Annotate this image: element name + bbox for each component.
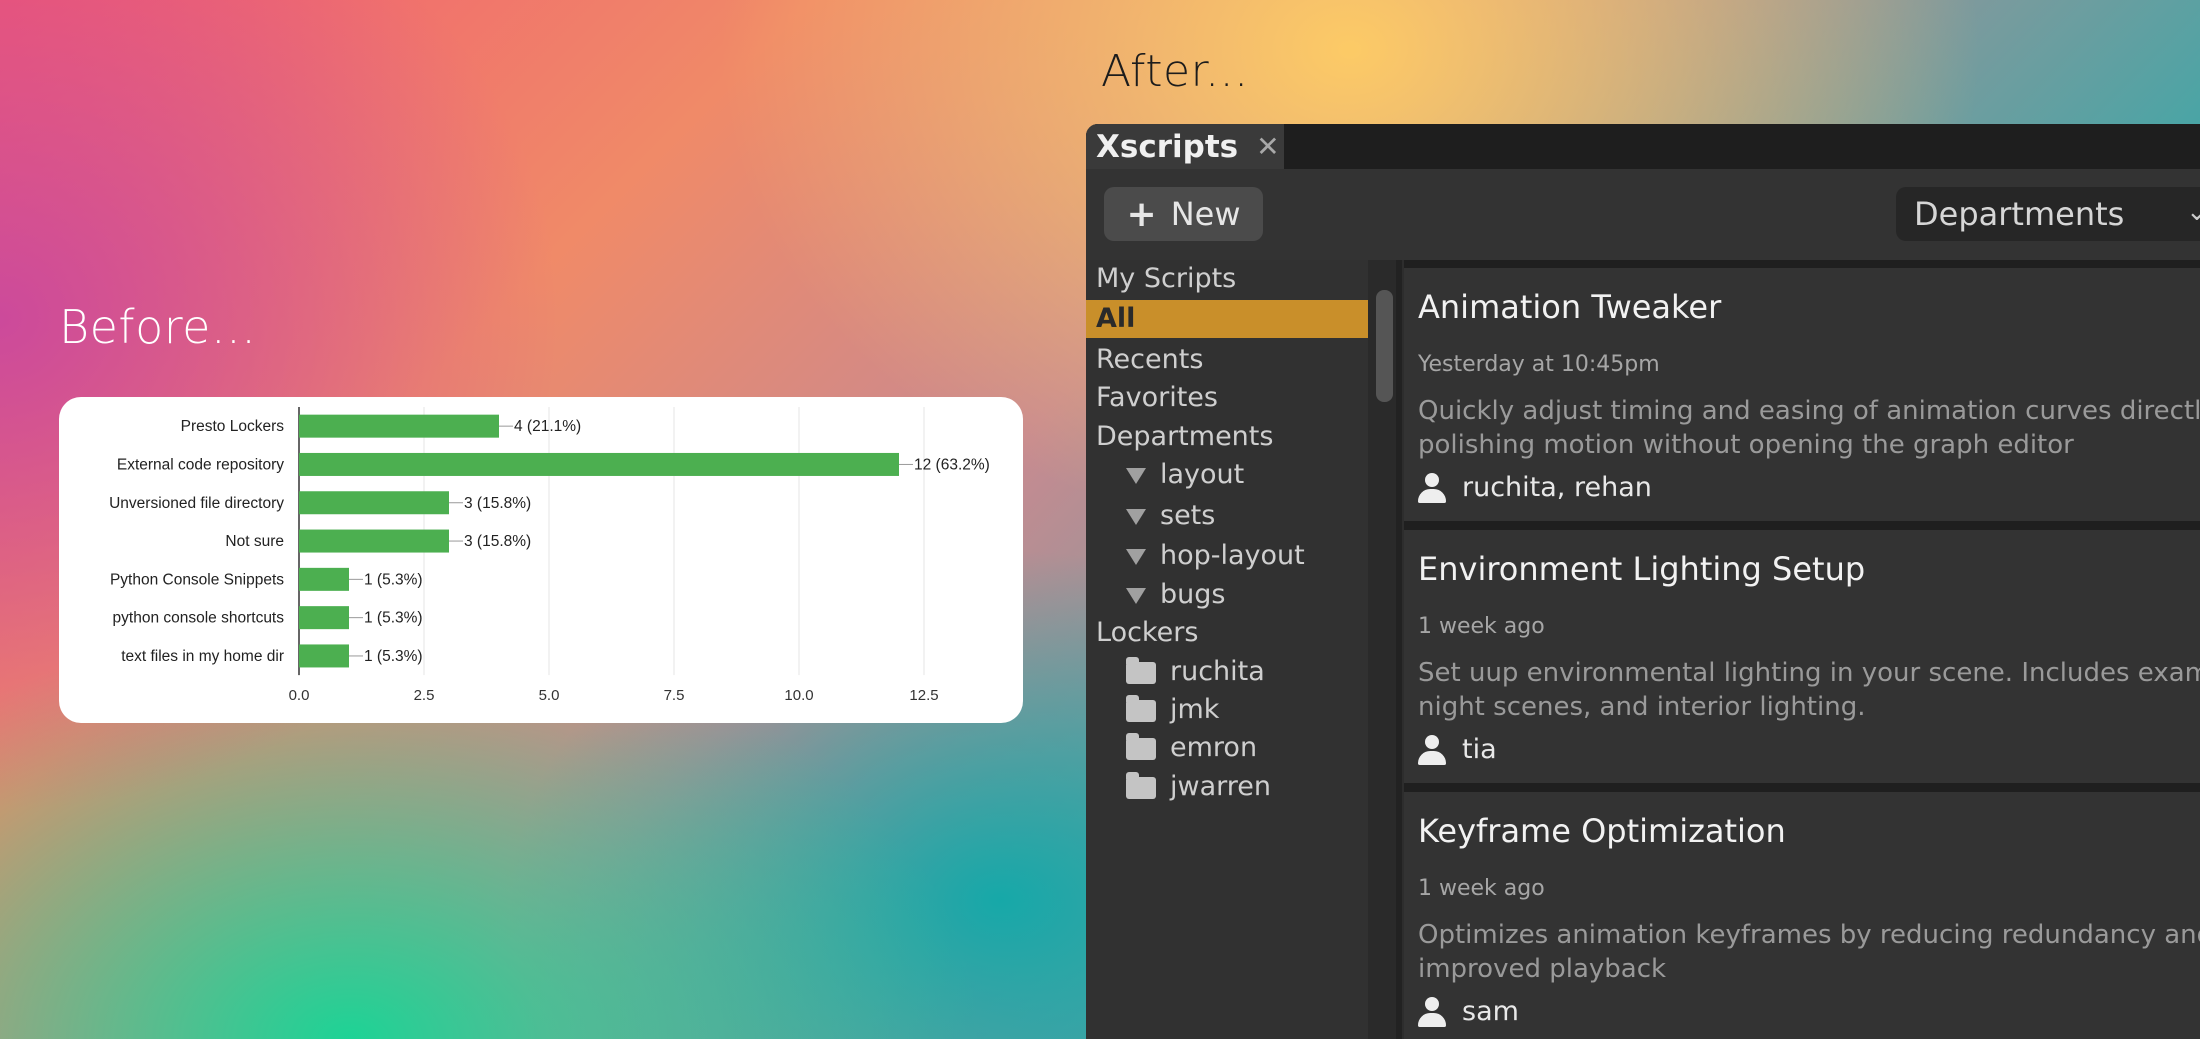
sidebar-item-favorites[interactable]: Favorites: [1096, 379, 1218, 417]
sidebar-item-lockers[interactable]: Lockers: [1096, 614, 1198, 652]
script-owners: sam: [1418, 996, 1519, 1027]
panel-splitter[interactable]: [1396, 260, 1402, 1039]
xscripts-window: Xscripts ✕ + New Departments ⌄ My Script…: [1086, 124, 2200, 1039]
sidebar-section-my-scripts: My Scripts: [1096, 263, 1237, 294]
close-icon[interactable]: ✕: [1256, 130, 1279, 163]
x-tick-label: 5.0: [539, 687, 560, 704]
new-button-label: New: [1170, 195, 1241, 233]
folder-icon: [1126, 771, 1156, 799]
sidebar-item-locker-emron[interactable]: emron: [1126, 729, 1257, 767]
script-card[interactable]: Environment Lighting Setup 1 week ago Se…: [1404, 530, 2200, 783]
bar-chart: 0.0 2.5 5.0 7.5 10.0 12.5 Presto Lockers 4 (21.…: [109, 407, 990, 704]
folder-icon: [1126, 732, 1156, 760]
bar: [299, 414, 499, 438]
value-label: 1 (5.3%): [364, 610, 423, 627]
category-label: External code repository: [117, 456, 284, 473]
triangle-down-icon: [1126, 548, 1146, 565]
user-icon: [1418, 472, 1446, 503]
sidebar-item-recents[interactable]: Recents: [1096, 341, 1203, 379]
sidebar-item-departments[interactable]: Departments: [1096, 418, 1273, 456]
sidebar: My Scripts All Recents Favorites Departm…: [1086, 260, 1396, 1039]
toolbar: + New Departments ⌄: [1086, 169, 2200, 260]
value-label: 1 (5.3%): [364, 571, 423, 588]
user-icon: [1418, 996, 1446, 1027]
after-heading: After...: [1101, 46, 1249, 97]
sidebar-item-all[interactable]: All: [1086, 300, 1368, 338]
x-tick-label: 12.5: [909, 687, 938, 704]
script-timestamp: 1 week ago: [1418, 876, 1545, 901]
script-description: Set uup environmental lighting in your s…: [1418, 658, 2200, 722]
user-icon: [1418, 734, 1446, 765]
sidebar-item-label: sets: [1160, 500, 1216, 531]
sidebar-item-label: ruchita: [1170, 656, 1265, 687]
sidebar-item-locker-ruchita[interactable]: ruchita: [1126, 653, 1265, 691]
sidebar-item-label: layout: [1160, 459, 1245, 490]
before-heading: Before...: [59, 300, 257, 354]
folder-icon: [1126, 694, 1156, 722]
sidebar-item-bugs[interactable]: bugs: [1126, 576, 1225, 614]
x-tick-label: 7.5: [664, 687, 685, 704]
tab-xscripts[interactable]: Xscripts ✕: [1086, 124, 1284, 169]
departments-select-value: Departments: [1914, 195, 2125, 233]
sidebar-item-label: emron: [1170, 732, 1258, 763]
chevron-down-icon: ⌄: [2186, 197, 2200, 227]
x-tick-label: 2.5: [414, 687, 435, 704]
script-title: Environment Lighting Setup: [1418, 550, 1866, 588]
script-timestamp: Yesterday at 10:45pm: [1418, 352, 1660, 377]
bar: [299, 529, 449, 553]
sidebar-item-locker-jwarren[interactable]: jwarren: [1126, 768, 1271, 806]
x-tick-label: 10.0: [784, 687, 813, 704]
plus-icon: +: [1126, 193, 1157, 235]
category-label: Not sure: [225, 533, 284, 550]
script-owners: tia: [1418, 734, 1497, 765]
sidebar-item-label: bugs: [1160, 579, 1226, 610]
value-label: 3 (15.8%): [464, 495, 531, 512]
category-label: Python Console Snippets: [110, 571, 284, 588]
value-label: 1 (5.3%): [364, 648, 423, 665]
value-label: 4 (21.1%): [514, 418, 581, 435]
category-label: python console shortcuts: [113, 610, 285, 627]
script-owners: ruchita, rehan: [1418, 472, 1652, 503]
sidebar-item-label: jmk: [1170, 694, 1220, 725]
bar: [299, 644, 349, 668]
category-label: text files in my home dir: [121, 648, 284, 665]
triangle-down-icon: [1126, 467, 1146, 484]
bar: [299, 567, 349, 591]
category-label: Unversioned file directory: [109, 495, 284, 512]
triangle-down-icon: [1126, 587, 1146, 604]
triangle-down-icon: [1126, 508, 1146, 525]
new-script-button[interactable]: + New: [1104, 187, 1263, 241]
category-label: Presto Lockers: [181, 418, 285, 435]
bar: [299, 606, 349, 630]
sidebar-scrollbar[interactable]: [1368, 260, 1396, 1039]
tab-title: Xscripts: [1096, 128, 1239, 165]
script-title: Animation Tweaker: [1418, 288, 1722, 326]
bar: [299, 452, 899, 476]
sidebar-item-label: hop-layout: [1160, 540, 1305, 571]
script-card-list: Animation Tweaker Yesterday at 10:45pm Q…: [1404, 260, 2200, 1039]
script-description: Quickly adjust timing and easing of anim…: [1418, 396, 2200, 460]
sidebar-item-locker-jmk[interactable]: jmk: [1126, 691, 1219, 729]
script-card[interactable]: Keyframe Optimization 1 week ago Optimiz…: [1404, 792, 2200, 1039]
script-title: Keyframe Optimization: [1418, 812, 1786, 850]
value-label: 12 (63.2%): [914, 456, 990, 473]
sidebar-item-sets[interactable]: sets: [1126, 497, 1215, 535]
tab-bar: Xscripts ✕: [1086, 124, 2200, 169]
sidebar-item-hop-layout[interactable]: hop-layout: [1126, 537, 1305, 575]
scrollbar-thumb[interactable]: [1376, 290, 1393, 402]
x-tick-label: 0.0: [289, 687, 310, 704]
script-timestamp: 1 week ago: [1418, 614, 1545, 639]
value-label: 3 (15.8%): [464, 533, 531, 550]
script-card[interactable]: Animation Tweaker Yesterday at 10:45pm Q…: [1404, 268, 2200, 521]
script-description: Optimizes animation keyframes by reducin…: [1418, 920, 2200, 984]
sidebar-item-label: jwarren: [1170, 771, 1271, 802]
folder-icon: [1126, 656, 1156, 684]
sidebar-item-layout[interactable]: layout: [1126, 456, 1244, 494]
before-chart-card: 0.0 2.5 5.0 7.5 10.0 12.5 Presto Lockers 4 (21.…: [59, 397, 1023, 723]
departments-select[interactable]: Departments ⌄: [1896, 187, 2200, 241]
bar: [299, 491, 449, 515]
